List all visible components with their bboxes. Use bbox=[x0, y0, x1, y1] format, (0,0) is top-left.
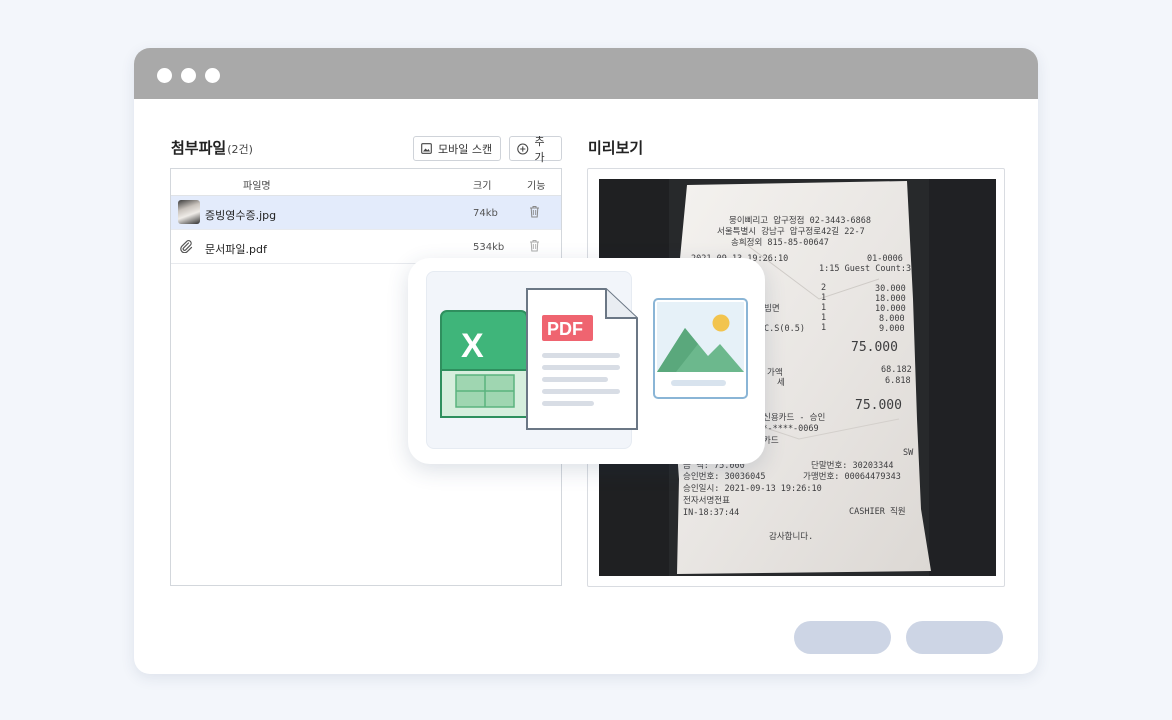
receipt-item-amount: 18.000 bbox=[875, 294, 906, 304]
receipt-item-qty: 1 bbox=[821, 313, 826, 323]
receipt-item-amount: 8.000 bbox=[879, 314, 905, 324]
pdf-label: PDF bbox=[547, 319, 583, 339]
receipt-supply-value: 68.182 bbox=[881, 365, 912, 375]
excel-letter: X bbox=[461, 327, 484, 365]
receipt-tax-label: 세 bbox=[777, 378, 785, 388]
receipt-table-row: 1:15 Guest Count:3 bbox=[819, 264, 911, 274]
receipt-order-no: 01-0006 bbox=[867, 254, 903, 264]
column-header-action: 기능 bbox=[527, 181, 546, 192]
file-size: 74kb bbox=[473, 208, 498, 219]
trash-icon[interactable] bbox=[529, 205, 540, 218]
receipt-header-line: 서울특별시 강남구 압구정로42길 22-7 bbox=[717, 226, 865, 237]
mobile-scan-label: 모바일 스캔 bbox=[438, 142, 493, 156]
receipt-item-name: C.S(0.5) bbox=[764, 324, 805, 334]
receipt-item-amount: 30.000 bbox=[875, 284, 906, 294]
receipt-header-line: 뭉이삐리고 압구정점 02-3443-6868 bbox=[729, 215, 871, 226]
window-dot-maximize[interactable] bbox=[205, 68, 220, 83]
image-file-icon bbox=[653, 298, 748, 399]
receipt-approval-no: 승인번호: 30036045 bbox=[683, 471, 765, 482]
receipt-tax-value: 6.818 bbox=[885, 376, 911, 386]
receipt-item-qty: 2 bbox=[821, 283, 826, 293]
receipt-item-qty: 1 bbox=[821, 323, 826, 333]
attachments-title: 첨부파일(2건) bbox=[171, 137, 253, 158]
attachments-count: (2건) bbox=[227, 143, 253, 156]
receipt-thanks: 감사합니다. bbox=[769, 531, 813, 542]
receipt-header-line: 송희정외 815-85-00647 bbox=[731, 237, 829, 248]
receipt-item-qty: 1 bbox=[821, 303, 826, 313]
mobile-scan-button[interactable]: 모바일 스캔 bbox=[413, 136, 501, 161]
receipt-total: 75.000 bbox=[855, 398, 902, 413]
file-size: 534kb bbox=[473, 242, 505, 253]
receipt-approval-time: 승인일시: 2021-09-13 19:26:10 bbox=[683, 483, 822, 494]
file-name: 문서파일.pdf bbox=[205, 243, 267, 256]
paperclip-icon bbox=[180, 240, 193, 253]
footer-button-right[interactable] bbox=[906, 621, 1003, 654]
window-dot-close[interactable] bbox=[157, 68, 172, 83]
preview-title: 미리보기 bbox=[588, 139, 644, 157]
receipt-card-label: 카드 bbox=[763, 436, 779, 446]
receipt-item-amount: 9.000 bbox=[879, 324, 905, 334]
receipt-merchant-no: 가맹번호: 00064479343 bbox=[803, 471, 901, 482]
column-header-size: 크기 bbox=[473, 181, 492, 192]
column-header-name: 파일명 bbox=[243, 181, 271, 192]
file-name: 증빙영수증.jpg bbox=[205, 209, 277, 222]
file-types-card: X PDF bbox=[408, 258, 765, 464]
receipt-subtotal: 75.000 bbox=[851, 340, 898, 355]
receipt-item-amount: 10.000 bbox=[875, 304, 906, 314]
table-header: 파일명 크기 기능 bbox=[171, 169, 561, 196]
file-types-illustration: X PDF bbox=[440, 288, 748, 430]
excel-icon: X bbox=[440, 310, 528, 418]
receipt-item-qty: 1 bbox=[821, 293, 826, 303]
image-thumbnail bbox=[178, 200, 200, 224]
receipt-signature: 전자서명전표 bbox=[683, 495, 730, 506]
receipt-supply-label: 가액 bbox=[767, 367, 783, 378]
receipt-cashier: CASHIER 직원 bbox=[849, 506, 906, 517]
pdf-icon: PDF bbox=[526, 288, 638, 430]
receipt-in-time: IN-18:37:44 bbox=[683, 508, 739, 518]
trash-icon[interactable] bbox=[529, 239, 540, 252]
image-icon bbox=[421, 143, 432, 154]
receipt-terminal: 단말번호: 30203344 bbox=[811, 460, 893, 471]
attachments-title-text: 첨부파일 bbox=[171, 139, 227, 157]
add-file-label: 추가 bbox=[534, 134, 545, 164]
receipt-installment: SW bbox=[903, 448, 914, 458]
title-bar bbox=[134, 48, 1038, 99]
add-file-button[interactable]: 추가 bbox=[509, 135, 562, 164]
footer-button-left[interactable] bbox=[794, 621, 891, 654]
receipt-item-name: 빔면 bbox=[764, 303, 780, 314]
file-row-receipt[interactable]: 증빙영수증.jpg 74kb bbox=[171, 196, 561, 230]
plus-circle-icon bbox=[517, 142, 529, 155]
receipt-card-line: 신용카드 - 승인 bbox=[763, 412, 825, 423]
window-dot-minimize[interactable] bbox=[181, 68, 196, 83]
